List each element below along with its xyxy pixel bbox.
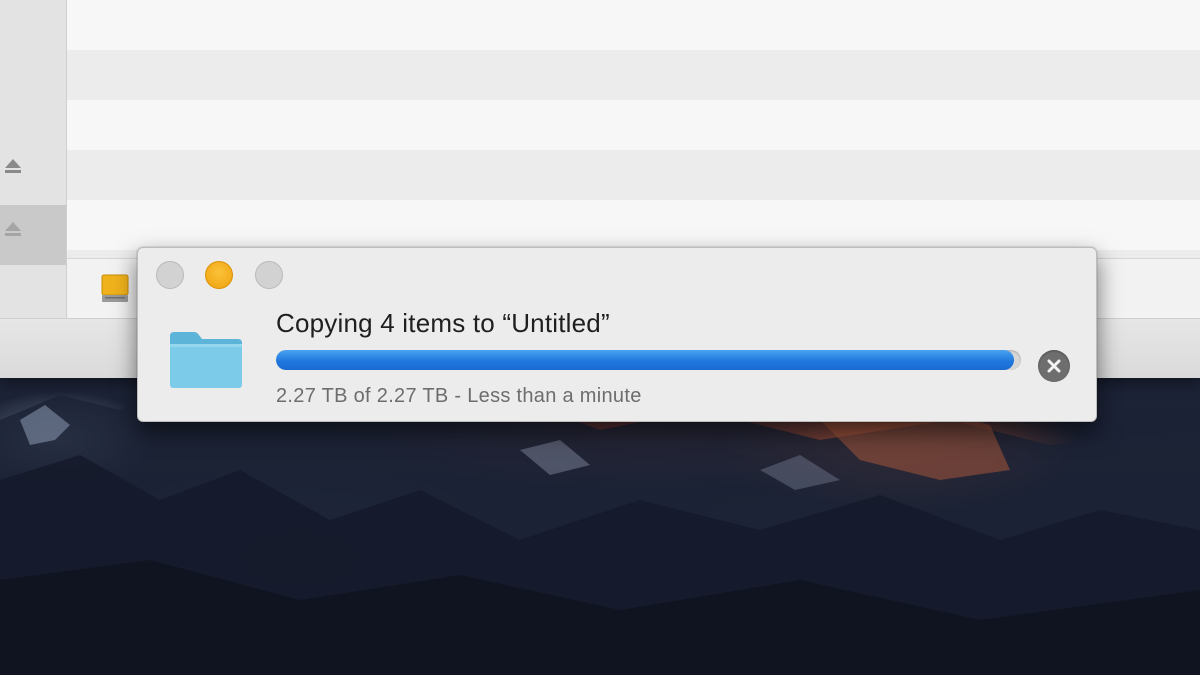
copy-progress-fill	[276, 350, 1014, 370]
copy-status-text: 2.27 TB of 2.27 TB - Less than a minute	[276, 385, 642, 407]
copy-progress-bar	[276, 350, 1021, 370]
external-drive-icon[interactable]	[100, 272, 130, 304]
close-window-button[interactable]	[156, 261, 184, 289]
eject-icon[interactable]	[4, 221, 22, 237]
zoom-window-button[interactable]	[255, 261, 283, 289]
screen: Copying 4 items to “Untitled” 2.27 TB of…	[0, 0, 1200, 675]
finder-sidebar	[0, 0, 67, 318]
copy-progress-dialog: Copying 4 items to “Untitled” 2.27 TB of…	[137, 247, 1097, 422]
copy-title: Copying 4 items to “Untitled”	[276, 308, 610, 338]
stop-copy-button[interactable]	[1038, 350, 1070, 382]
close-x-icon	[1047, 359, 1061, 373]
folder-icon	[168, 330, 244, 390]
sidebar-selected-item[interactable]	[0, 205, 66, 265]
eject-icon[interactable]	[4, 158, 22, 174]
minimize-window-button[interactable]	[205, 261, 233, 289]
